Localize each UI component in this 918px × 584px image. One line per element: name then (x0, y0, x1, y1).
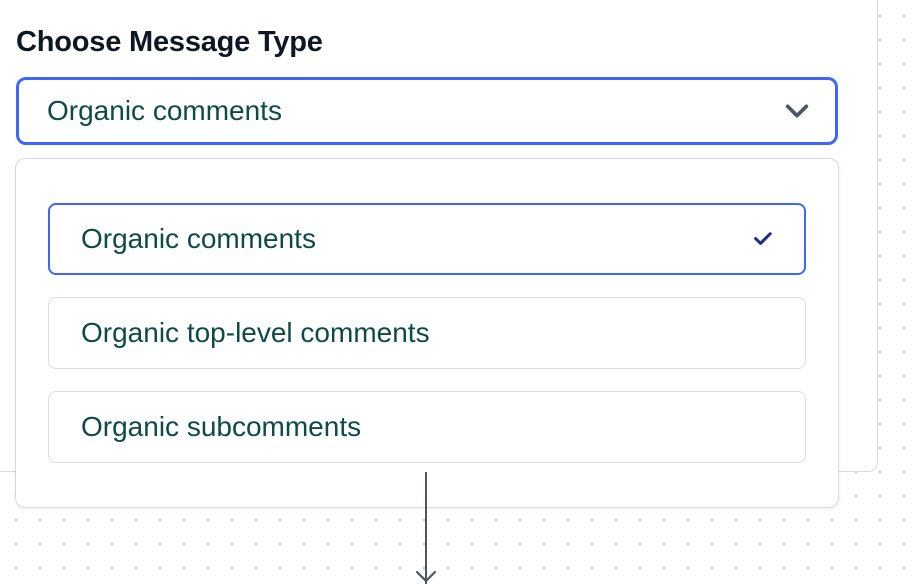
option-organic-comments[interactable]: Organic comments (48, 203, 806, 275)
message-type-select[interactable]: Organic comments (16, 77, 838, 145)
message-type-options-popover: Organic comments Organic top-level comme… (15, 158, 839, 508)
field-label: Choose Message Type (16, 26, 838, 59)
select-value: Organic comments (47, 95, 282, 127)
option-label: Organic top-level comments (81, 317, 430, 349)
option-label: Organic comments (81, 223, 316, 255)
message-type-field: Choose Message Type Organic comments (16, 26, 838, 145)
chevron-down-icon (783, 97, 811, 125)
option-organic-subcomments[interactable]: Organic subcomments (48, 391, 806, 463)
option-organic-top-level-comments[interactable]: Organic top-level comments (48, 297, 806, 369)
arrow-down-icon (415, 570, 437, 584)
check-icon (751, 227, 775, 251)
flow-connector-line (425, 472, 427, 584)
option-label: Organic subcomments (81, 411, 361, 443)
